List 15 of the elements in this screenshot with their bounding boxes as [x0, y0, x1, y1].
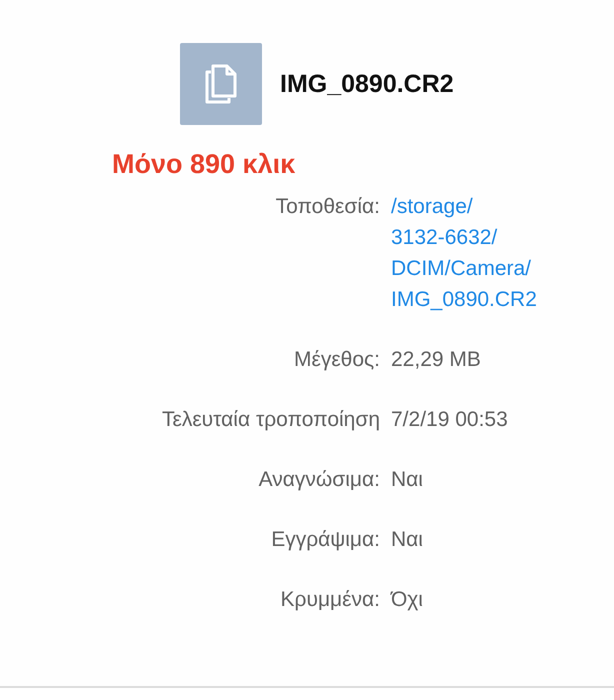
property-value: Ναι: [391, 467, 424, 493]
location-link[interactable]: /storage/ 3132-6632/ DCIM/Camera/ IMG_0890.CR2: [391, 191, 537, 315]
property-value: Ναι: [391, 527, 424, 553]
property-label: Κρυμμένα:: [280, 587, 380, 613]
property-label: Αναγνώσιμα:: [258, 467, 380, 493]
files-icon: [203, 64, 239, 104]
property-value: 22,29 MB: [391, 347, 482, 373]
property-value: Όχι: [391, 587, 424, 613]
property-label: Τελευταία τροποποίηση: [160, 407, 380, 433]
annotation-text: Μόνο 890 κλικ: [112, 148, 296, 181]
property-value: 7/2/19 00:53: [391, 407, 509, 433]
file-name: IMG_0890.CR2: [280, 70, 454, 98]
property-label: Τοποθεσία:: [274, 194, 380, 220]
property-label: Μέγεθος:: [292, 347, 380, 373]
property-label: Εγγράψιμα:: [270, 527, 380, 553]
